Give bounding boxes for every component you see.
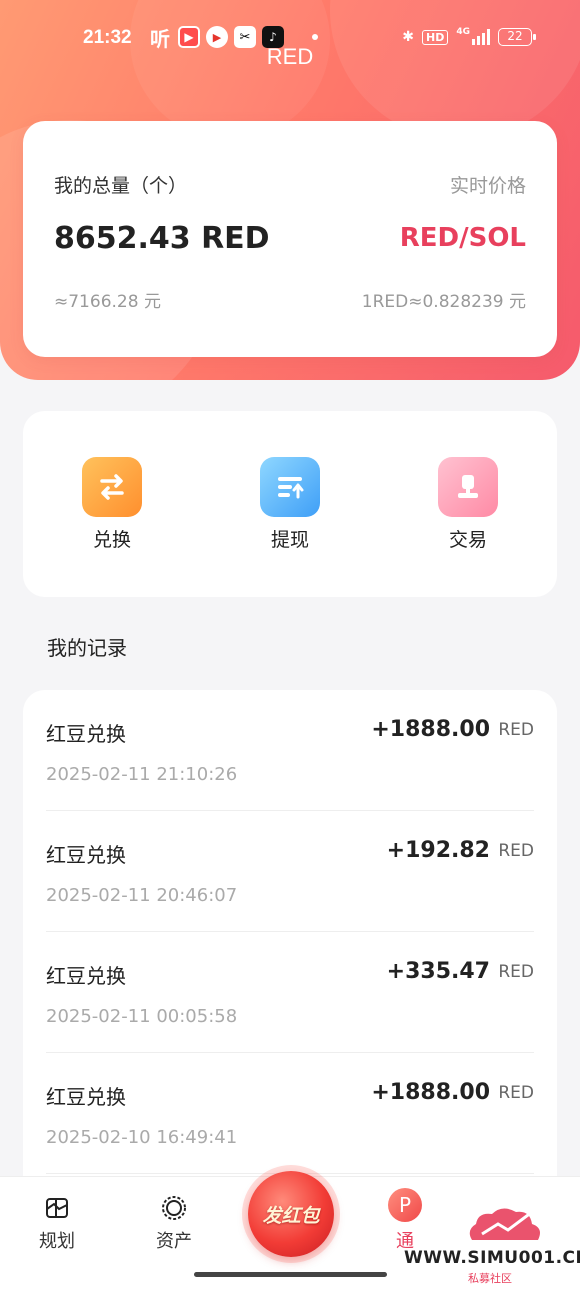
record-name: 红豆兑换	[46, 964, 126, 988]
records-title: 我的记录	[47, 636, 127, 660]
map-icon	[17, 1195, 97, 1221]
page-title: RED	[266, 44, 314, 69]
record-amount: +335.47	[386, 959, 490, 984]
nav-item-plan[interactable]: 规划	[17, 1195, 97, 1253]
withdraw-button[interactable]: 提现	[230, 457, 350, 552]
header-decoration	[130, 0, 330, 140]
record-unit: RED	[498, 962, 534, 982]
asset-ring-icon	[134, 1195, 214, 1221]
exchange-arrows-icon	[82, 457, 142, 517]
exchange-label: 兑换	[92, 529, 131, 551]
withdraw-label: 提现	[270, 529, 309, 551]
trading-pair[interactable]: RED/SOL	[400, 223, 526, 253]
hd-icon: HD	[422, 29, 449, 45]
record-time: 2025-02-11 20:46:07	[46, 885, 238, 906]
network-type-label: 4G	[456, 27, 470, 37]
home-indicator[interactable]	[194, 1272, 387, 1277]
record-item[interactable]: 红豆兑换 2025-02-11 21:10:26 +1888.00 RED	[46, 690, 534, 811]
records-list: 红豆兑换 2025-02-11 21:10:26 +1888.00 RED 红豆…	[23, 690, 557, 1210]
record-name: 红豆兑换	[46, 1085, 126, 1109]
total-amount-label: 我的总量（个）	[54, 175, 188, 197]
watermark-text: WWW.SIMU001.CN	[404, 1248, 580, 1268]
more-notifications-icon	[312, 34, 318, 40]
total-amount-value: 8652.43 RED	[54, 221, 270, 256]
header-decoration	[330, 0, 580, 140]
trade-button[interactable]: 交易	[408, 457, 528, 552]
record-amount: +192.82	[386, 838, 490, 863]
record-item[interactable]: 红豆兑换 2025-02-11 20:46:07 +192.82 RED	[46, 811, 534, 932]
exchange-rate: 1RED≈0.828239 元	[361, 292, 526, 312]
red-packet-label: 发红包	[262, 1204, 320, 1227]
nav-item-assets[interactable]: 资产	[134, 1195, 214, 1253]
nav-label-assets: 资产	[156, 1231, 192, 1252]
record-time: 2025-02-11 00:05:58	[46, 1006, 238, 1027]
record-name: 红豆兑换	[46, 843, 126, 867]
bluetooth-icon: ✱	[402, 29, 414, 45]
exchange-button[interactable]: 兑换	[52, 457, 172, 552]
record-time: 2025-02-10 16:49:41	[46, 1127, 238, 1148]
gavel-icon	[438, 457, 498, 517]
record-time: 2025-02-11 21:10:26	[46, 764, 238, 785]
balance-card: 我的总量（个） 实时价格 8652.43 RED RED/SOL ≈7166.2…	[23, 121, 557, 357]
record-unit: RED	[498, 841, 534, 861]
watermark-logo	[469, 1208, 540, 1240]
record-unit: RED	[498, 720, 534, 740]
watermark: WWW.SIMU001.CN 私募社区	[404, 1196, 580, 1286]
record-name: 红豆兑换	[46, 722, 126, 746]
record-item[interactable]: 红豆兑换 2025-02-11 00:05:58 +335.47 RED	[46, 932, 534, 1053]
action-panel: 兑换 提现 交易	[23, 411, 557, 597]
send-red-packet-button[interactable]: 发红包	[248, 1171, 334, 1257]
record-item[interactable]: 红豆兑换 2025-02-10 16:49:41 +1888.00 RED	[46, 1053, 534, 1174]
record-unit: RED	[498, 1083, 534, 1103]
realtime-price-label: 实时价格	[449, 175, 526, 197]
signal-icon	[472, 29, 490, 45]
cny-value: ≈7166.28 元	[54, 292, 161, 312]
withdraw-icon	[260, 457, 320, 517]
nav-label-plan: 规划	[39, 1231, 75, 1252]
record-amount: +1888.00	[371, 717, 490, 742]
record-amount: +1888.00	[371, 1080, 490, 1105]
trade-label: 交易	[448, 529, 487, 551]
watermark-subtext: 私募社区	[468, 1272, 512, 1285]
